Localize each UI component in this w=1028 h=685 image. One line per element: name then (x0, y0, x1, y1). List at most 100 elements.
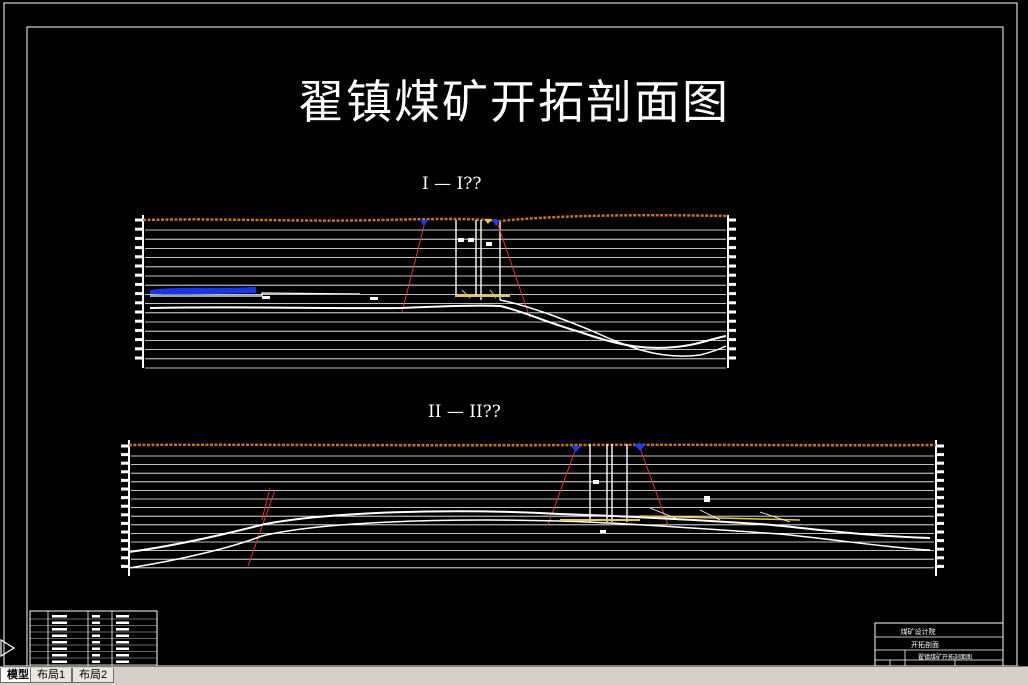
scale-tick (121, 453, 128, 457)
scale-tick (729, 301, 736, 305)
legend-cell-mark (116, 654, 129, 657)
layout-tab-bar: 模型 布局1 布局2 (0, 666, 1028, 685)
scale-tick (135, 356, 142, 360)
legend-cell-mark (92, 654, 100, 657)
goaf-area (150, 287, 256, 295)
scale-tick (937, 487, 944, 491)
legend-cell-mark (92, 615, 100, 618)
scale-tick (937, 521, 944, 525)
scale-tick (135, 273, 142, 277)
scale-tick (937, 496, 944, 500)
scale-tick (135, 255, 142, 259)
scale-tick (729, 292, 736, 296)
scale-tick (937, 453, 944, 457)
title-block-line1: 煤矿设计院 (901, 627, 936, 636)
legend-cell-mark (116, 628, 129, 631)
legend-cell-mark (52, 634, 67, 637)
scale-tick (937, 539, 944, 543)
legend-cell-mark (52, 628, 67, 631)
scale-tick (135, 218, 142, 222)
scale-tick (135, 301, 142, 305)
scale-tick (135, 246, 142, 250)
scale-tick (729, 255, 736, 259)
legend-cell-mark (52, 660, 67, 663)
legend-cell-mark (116, 641, 129, 644)
scale-tick (729, 319, 736, 323)
legend-cell-mark (116, 660, 129, 663)
scale-tick (135, 282, 142, 286)
scale-tick (729, 338, 736, 342)
section-2-profile (121, 440, 944, 576)
scale-tick (135, 347, 142, 351)
scale-tick (937, 478, 944, 482)
scale-tick (937, 556, 944, 560)
legend-table (29, 610, 158, 667)
scale-tick (729, 273, 736, 277)
legend-cell-mark (92, 660, 100, 663)
legend-cell-mark (52, 654, 67, 657)
scale-tick (121, 504, 128, 508)
shaft-marker (420, 220, 428, 226)
scale-tick (135, 328, 142, 332)
legend-cell-mark (116, 615, 129, 618)
scale-tick (937, 444, 944, 448)
legend-cell-mark (52, 641, 67, 644)
legend-cell-mark (52, 615, 67, 618)
scale-tick (729, 227, 736, 231)
legend-cell-mark (92, 647, 100, 650)
section-1-profile (135, 213, 736, 369)
ucs-icon (0, 638, 16, 658)
scale-tick (121, 521, 128, 525)
title-block: 煤矿设计院 开拓剖面 翟镇煤矿开拓剖面图 (874, 622, 1004, 668)
scale-tick (937, 504, 944, 508)
scale-tick (729, 246, 736, 250)
scale-tick (729, 328, 736, 332)
legend-cell-mark (92, 621, 100, 624)
scale-tick (121, 496, 128, 500)
scale-tick (937, 564, 944, 568)
scale-tick (135, 310, 142, 314)
legend-cell-mark (52, 621, 67, 624)
scale-tick (937, 470, 944, 474)
section-1-title: I — I?? (422, 174, 482, 194)
scale-tick (729, 347, 736, 351)
section-2-title: II — II?? (428, 402, 501, 422)
legend-cell-mark (92, 634, 100, 637)
legend-cell-mark (116, 647, 129, 650)
legend-cell-mark (116, 621, 129, 624)
title-block-line2: 开拓剖面 (911, 640, 939, 649)
scale-tick (121, 564, 128, 568)
tab-layout1[interactable]: 布局1 (30, 668, 73, 683)
scale-tick (937, 461, 944, 465)
scale-tick (937, 513, 944, 517)
scale-tick (121, 478, 128, 482)
scale-tick (729, 218, 736, 222)
scale-tick (121, 487, 128, 491)
scale-tick (729, 356, 736, 360)
scale-tick (729, 310, 736, 314)
scale-tick (135, 227, 142, 231)
scale-tick (729, 236, 736, 240)
scale-tick (135, 236, 142, 240)
shaft-marker (492, 220, 500, 226)
scale-tick (121, 513, 128, 517)
legend-cell-mark (116, 634, 129, 637)
legend-cell-mark (92, 628, 100, 631)
title-block-line3: 翟镇煤矿开拓剖面图 (918, 653, 972, 661)
scale-tick (135, 319, 142, 323)
scale-tick (135, 292, 142, 296)
scale-tick (121, 556, 128, 560)
scale-tick (121, 461, 128, 465)
terrain-line-1 (142, 213, 729, 223)
scale-tick (121, 470, 128, 474)
tab-layout2[interactable]: 布局2 (72, 668, 115, 683)
scale-tick (937, 530, 944, 534)
legend-cell-mark (52, 647, 67, 650)
scale-tick (729, 282, 736, 286)
scale-tick (121, 530, 128, 534)
scale-tick (729, 264, 736, 268)
scale-tick (121, 539, 128, 543)
scale-tick (135, 338, 142, 342)
scale-tick (937, 547, 944, 551)
drawing-title: 翟镇煤矿开拓剖面图 (298, 75, 730, 129)
